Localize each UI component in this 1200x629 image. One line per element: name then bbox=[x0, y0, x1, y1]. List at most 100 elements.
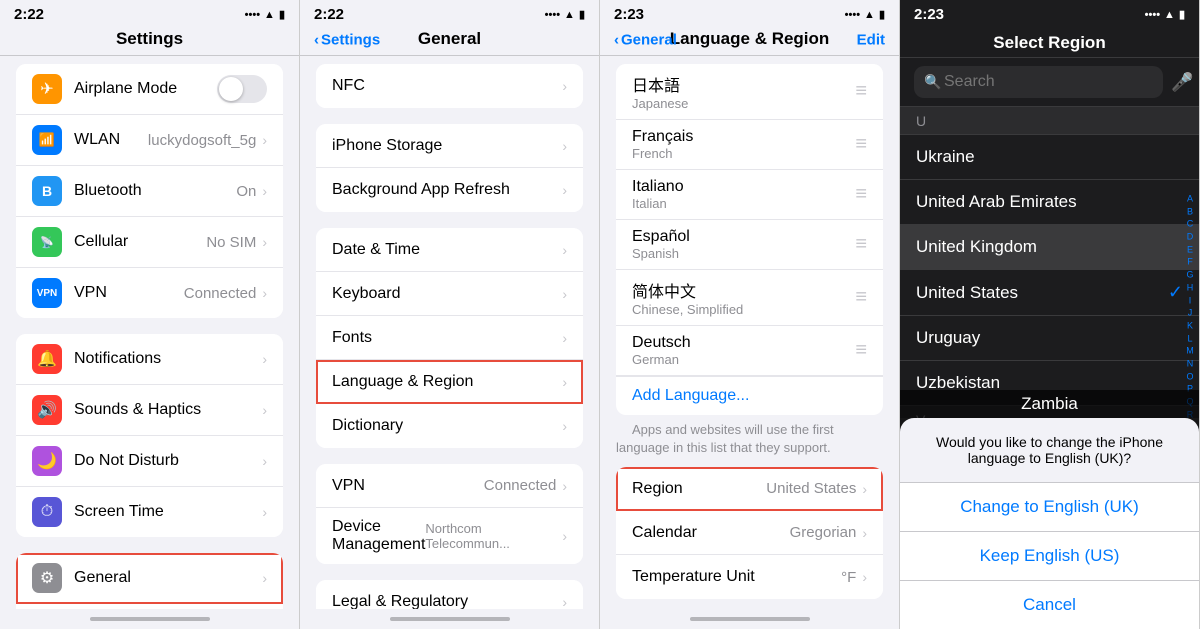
alpha-a[interactable]: A bbox=[1183, 194, 1197, 206]
alpha-m[interactable]: M bbox=[1183, 346, 1197, 358]
nav-edit-3[interactable]: Edit bbox=[857, 32, 885, 49]
change-to-english-button[interactable]: Change to English (UK) bbox=[900, 483, 1199, 532]
general-item-fonts[interactable]: Fonts › bbox=[316, 316, 583, 360]
region-item[interactable]: Region United States › bbox=[616, 467, 883, 511]
settings-item-notifications[interactable]: 🔔 Notifications › bbox=[16, 334, 283, 385]
region-uruguay[interactable]: Uruguay bbox=[900, 316, 1199, 361]
home-bar-3 bbox=[690, 617, 810, 621]
notifications-label: Notifications bbox=[74, 350, 262, 368]
general-item-bgrefresh[interactable]: Background App Refresh › bbox=[316, 168, 583, 212]
settings-item-vpn[interactable]: VPN VPN Connected › bbox=[16, 268, 283, 318]
alpha-d[interactable]: D bbox=[1183, 232, 1197, 244]
settings-item-wlan[interactable]: 📶 WLAN luckydogsoft_5g › bbox=[16, 115, 283, 166]
settings-item-screentime[interactable]: ⏱ Screen Time › bbox=[16, 487, 283, 537]
calendar-item[interactable]: Calendar Gregorian › bbox=[616, 511, 883, 555]
alpha-e[interactable]: E bbox=[1183, 244, 1197, 256]
alpha-o[interactable]: O bbox=[1183, 371, 1197, 383]
lang-item-german[interactable]: Deutsch German ≡ bbox=[616, 326, 883, 376]
alpha-c[interactable]: C bbox=[1183, 219, 1197, 231]
lang-item-french[interactable]: Français French ≡ bbox=[616, 120, 883, 170]
settings-item-general[interactable]: ⚙ General › bbox=[16, 553, 283, 604]
search-input[interactable] bbox=[914, 66, 1163, 98]
alpha-h[interactable]: H bbox=[1183, 282, 1197, 294]
keep-english-button[interactable]: Keep English (US) bbox=[900, 532, 1199, 581]
search-icon: 🔍 bbox=[924, 74, 941, 91]
alpha-j[interactable]: J bbox=[1183, 308, 1197, 320]
status-bar-3: 2:23 •••• ▲ ▮ bbox=[600, 0, 899, 25]
settings-item-donotdisturb[interactable]: 🌙 Do Not Disturb › bbox=[16, 436, 283, 487]
general-list[interactable]: NFC › iPhone Storage › Background App Re… bbox=[300, 56, 599, 609]
langreg-list[interactable]: 日本語 Japanese ≡ Français French ≡ Italian… bbox=[600, 56, 899, 609]
settings-item-bluetooth[interactable]: B Bluetooth On › bbox=[16, 166, 283, 217]
panel1-settings: 2:22 •••• ▲ ▮ Settings ✈ Airplane Mode bbox=[0, 0, 300, 629]
general-item-vpn[interactable]: VPN Connected › bbox=[316, 464, 583, 508]
dialog-cancel-button[interactable]: Cancel bbox=[900, 581, 1199, 609]
signal-icon-3: •••• bbox=[845, 9, 860, 21]
settings-main-list[interactable]: ✈ Airplane Mode 📶 WLAN luckydogsoft_5g ›… bbox=[0, 56, 299, 609]
bgrefresh-label: Background App Refresh bbox=[332, 181, 562, 199]
general-item-dictionary[interactable]: Dictionary › bbox=[316, 404, 583, 448]
dialog-box: Would you like to change the iPhone lang… bbox=[900, 418, 1199, 609]
group2-container: 🔔 Notifications › 🔊 Sounds & Haptics › 🌙… bbox=[16, 334, 283, 537]
settings-item-cellular[interactable]: 📡 Cellular No SIM › bbox=[16, 217, 283, 268]
devmgmt-value: Northcom Telecommun... bbox=[425, 521, 556, 551]
zambia-item[interactable]: Zambia bbox=[900, 390, 1199, 418]
vpn-chevron: › bbox=[262, 285, 267, 301]
general-icon: ⚙ bbox=[32, 563, 62, 593]
region-uk[interactable]: United Kingdom bbox=[900, 225, 1199, 270]
region-uae[interactable]: United Arab Emirates bbox=[900, 180, 1199, 225]
lang-item-chinese[interactable]: 简体中文 Chinese, Simplified ≡ bbox=[616, 270, 883, 326]
status-bar-4: 2:23 •••• ▲ ▮ bbox=[900, 0, 1199, 25]
drag-handle-spanish[interactable]: ≡ bbox=[855, 233, 867, 256]
alpha-i[interactable]: I bbox=[1183, 295, 1197, 307]
alpha-n[interactable]: N bbox=[1183, 359, 1197, 371]
lang-item-spanish[interactable]: Español Spanish ≡ bbox=[616, 220, 883, 270]
nav-back-3[interactable]: ‹ General bbox=[614, 32, 677, 49]
lang-item-italian[interactable]: Italiano Italian ≡ bbox=[616, 170, 883, 220]
drag-handle-french[interactable]: ≡ bbox=[855, 133, 867, 156]
temp-item[interactable]: Temperature Unit °F › bbox=[616, 555, 883, 599]
checkmark-icon: ✓ bbox=[1168, 282, 1183, 303]
general-item-legal[interactable]: Legal & Regulatory › bbox=[316, 580, 583, 609]
home-indicator-3 bbox=[600, 609, 899, 629]
battery-icon-2: ▮ bbox=[579, 8, 585, 21]
alpha-f[interactable]: F bbox=[1183, 257, 1197, 269]
airplane-toggle[interactable] bbox=[217, 75, 267, 103]
nav-back-2[interactable]: ‹ Settings bbox=[314, 32, 380, 49]
alpha-b[interactable]: B bbox=[1183, 206, 1197, 218]
bgrefresh-chevron: › bbox=[562, 182, 567, 198]
alpha-l[interactable]: L bbox=[1183, 333, 1197, 345]
general-item-nfc[interactable]: NFC › bbox=[316, 64, 583, 108]
drag-handle-italian[interactable]: ≡ bbox=[855, 183, 867, 206]
general-item-keyboard[interactable]: Keyboard › bbox=[316, 272, 583, 316]
vpn-value: Connected bbox=[184, 285, 257, 302]
settings-item-sounds[interactable]: 🔊 Sounds & Haptics › bbox=[16, 385, 283, 436]
region-group-container: Region United States › Calendar Gregoria… bbox=[616, 467, 883, 599]
alpha-g[interactable]: G bbox=[1183, 270, 1197, 282]
general-group5-container: Legal & Regulatory › bbox=[316, 580, 583, 609]
nfc-label: NFC bbox=[332, 77, 562, 95]
add-language[interactable]: Add Language... bbox=[616, 376, 883, 415]
general-item-devmgmt[interactable]: Device Management Northcom Telecommun...… bbox=[316, 508, 583, 564]
drag-handle-japanese[interactable]: ≡ bbox=[855, 80, 867, 103]
iphonestg-chevron: › bbox=[562, 138, 567, 154]
region-ukraine[interactable]: Ukraine bbox=[900, 135, 1199, 180]
settings-item-airplane[interactable]: ✈ Airplane Mode bbox=[16, 64, 283, 115]
general-item-iphonestg[interactable]: iPhone Storage › bbox=[316, 124, 583, 168]
devmgmt-label: Device Management bbox=[332, 518, 425, 554]
drag-handle-chinese[interactable]: ≡ bbox=[855, 286, 867, 309]
general-item-datetime[interactable]: Date & Time › bbox=[316, 228, 583, 272]
lang-item-japanese[interactable]: 日本語 Japanese ≡ bbox=[616, 64, 883, 120]
settings-item-controlcenter[interactable]: ▦ Control Center › bbox=[16, 604, 283, 609]
legal-chevron: › bbox=[562, 594, 567, 609]
keyboard-chevron: › bbox=[562, 286, 567, 302]
time-3: 2:23 bbox=[614, 6, 644, 23]
region-us[interactable]: United States ✓ bbox=[900, 270, 1199, 316]
lang-english-japanese: Japanese bbox=[632, 96, 688, 111]
drag-handle-german[interactable]: ≡ bbox=[855, 339, 867, 362]
wifi-icon-3: ▲ bbox=[864, 9, 875, 21]
temp-value: °F bbox=[841, 569, 856, 586]
wifi-icon: ▲ bbox=[264, 9, 275, 21]
general-item-langreg[interactable]: Language & Region › bbox=[316, 360, 583, 404]
alpha-k[interactable]: K bbox=[1183, 320, 1197, 332]
